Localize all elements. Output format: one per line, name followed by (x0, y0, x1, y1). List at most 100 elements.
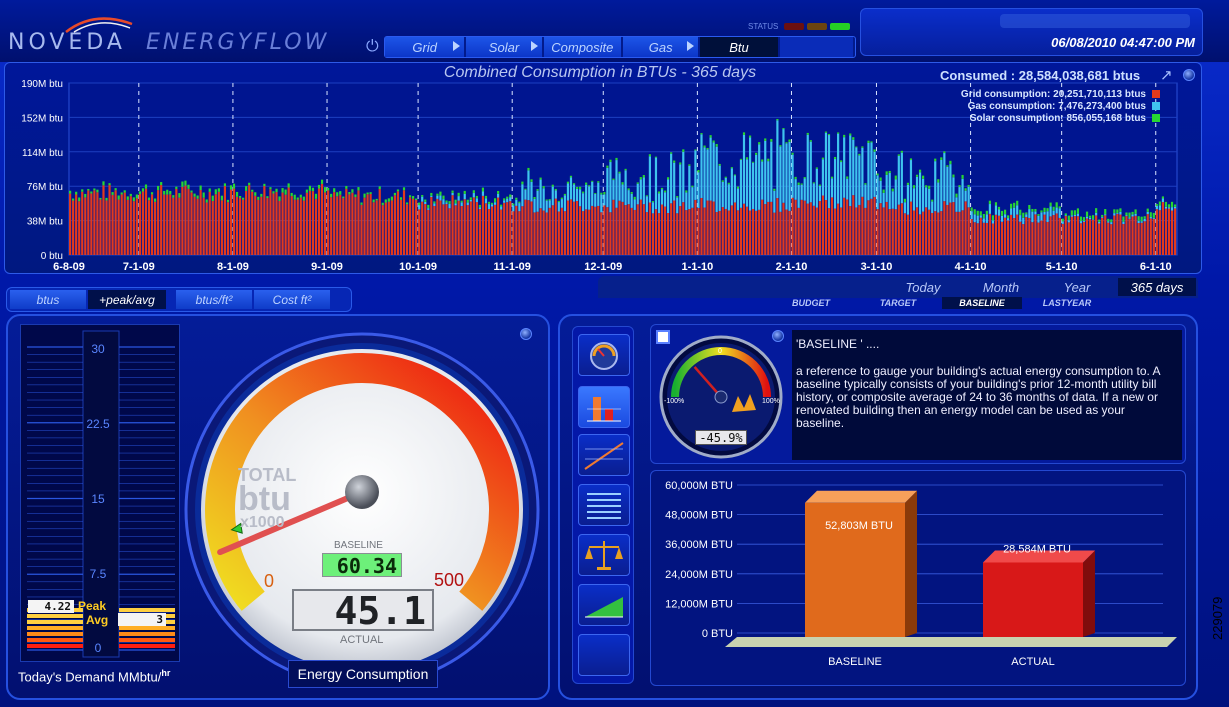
bar-grid (308, 190, 311, 255)
bar-gas (934, 161, 937, 212)
bar-grid (193, 196, 196, 255)
bar-grid (402, 190, 406, 255)
bar-gas (979, 215, 982, 218)
bar-grid (84, 197, 87, 255)
bar-grid (512, 211, 515, 255)
tab-btus[interactable]: btus (10, 290, 86, 309)
bar-grid (736, 210, 740, 255)
current-datetime: 06/08/2010 04:47:00 PM (1051, 35, 1195, 50)
tab-budget[interactable]: BUDGET (766, 297, 856, 309)
tab-lastyear[interactable]: LASTYEAR (1024, 297, 1110, 309)
trend-view-button[interactable] (578, 434, 630, 476)
bar-gas (442, 199, 445, 205)
bar-gas (906, 184, 910, 215)
bar-solar (384, 199, 387, 203)
bar-gas (909, 160, 913, 202)
bar-solar (609, 159, 612, 163)
area-view-button[interactable] (578, 584, 630, 626)
bar-view-button[interactable] (578, 386, 630, 428)
nav-btu[interactable]: Btu (700, 37, 778, 57)
logo-energyflow: ENERGYFLOW (146, 30, 330, 55)
bar-solar (667, 177, 670, 180)
nav-solar[interactable]: Solar (466, 37, 542, 57)
bar-grid (424, 203, 427, 255)
bar-grid (609, 212, 612, 255)
power-icon[interactable]: ⏻ (366, 38, 379, 56)
tab-today[interactable]: Today (880, 278, 966, 296)
bar-grid (229, 189, 233, 255)
bar-solar (1010, 203, 1013, 209)
bar-grid (226, 202, 230, 255)
bar-grid (242, 199, 245, 255)
bar-solar (654, 156, 658, 158)
bar-grid (163, 194, 166, 255)
y-tick-label: 76M btu (27, 182, 63, 193)
bar-gas (481, 191, 485, 196)
nav-composite[interactable]: Composite (543, 37, 621, 57)
tab-365-days[interactable]: 365 days (1118, 278, 1196, 296)
bar-solar (818, 184, 821, 186)
bar-gas (739, 159, 743, 208)
tab-month[interactable]: Month (966, 278, 1036, 296)
bar-gas (512, 205, 515, 212)
bar-grid (157, 190, 160, 255)
bar-gas (503, 200, 506, 203)
bar-solar (767, 158, 770, 162)
nav-gas[interactable]: Gas (622, 37, 699, 57)
bar-gas (673, 162, 676, 201)
chart-settings-knob[interactable] (1183, 69, 1195, 81)
bar-grid (1173, 208, 1177, 255)
tab-peak-avg[interactable]: +peak/avg (88, 290, 166, 309)
bar-grid (642, 204, 645, 255)
bar-grid (730, 205, 733, 255)
expand-icon[interactable]: ↗ (1160, 66, 1173, 84)
table-view-button[interactable] (578, 484, 630, 526)
tab-target[interactable]: TARGET (856, 297, 940, 309)
bar-solar (442, 195, 445, 200)
bar-grid (660, 204, 664, 255)
compare-view-button[interactable] (578, 534, 630, 576)
bar-solar (1164, 201, 1168, 207)
bar-gas (703, 147, 706, 208)
nav-grid[interactable]: Grid (385, 37, 465, 57)
peak-value: 4.22 (28, 600, 74, 613)
table-icon (587, 493, 621, 519)
bar-solar (415, 198, 418, 201)
bar-grid (357, 190, 360, 255)
bar-gas (1113, 213, 1116, 216)
gauge-view-button[interactable] (578, 334, 630, 376)
bar-grid (797, 207, 800, 255)
bar-grid (624, 205, 627, 255)
bar-gas (949, 164, 952, 203)
bar-solar (254, 192, 257, 196)
bar-gas (824, 132, 828, 201)
tab-year[interactable]: Year (1038, 278, 1116, 296)
bar-grid (1167, 208, 1171, 255)
bar-solar (876, 173, 879, 176)
bar-grid (849, 206, 852, 255)
tab-baseline[interactable]: BASELINE (942, 297, 1022, 309)
bar-grid (745, 206, 749, 255)
bar-gas (1170, 207, 1174, 211)
bar-grid (670, 203, 673, 255)
tab-btus-ft2[interactable]: btus/ft² (176, 290, 252, 309)
bar-gas (660, 189, 664, 205)
bar-solar (733, 174, 736, 176)
bar-grid (384, 202, 387, 255)
cmp-y-tick: 36,000M BTU (665, 539, 733, 551)
bar-solar (245, 186, 248, 191)
bar-gas (578, 189, 582, 207)
bar-solar (160, 182, 163, 186)
avg-value: 3 (118, 613, 166, 626)
blank-view-button[interactable] (578, 634, 630, 676)
bar-solar (1085, 211, 1089, 217)
status-led-red (784, 23, 804, 30)
tab-cost-ft2[interactable]: Cost ft² (254, 290, 330, 309)
baseline-comparison-chart: 0 BTU 12,000M BTU 24,000M BTU 36,000M BTU 48… (650, 470, 1186, 686)
bar-solar (87, 188, 90, 191)
bar-solar (1173, 204, 1177, 207)
bar-solar (572, 183, 576, 185)
bar-gas (1137, 220, 1140, 224)
bar-solar (1131, 211, 1134, 215)
bar-solar (503, 198, 506, 201)
